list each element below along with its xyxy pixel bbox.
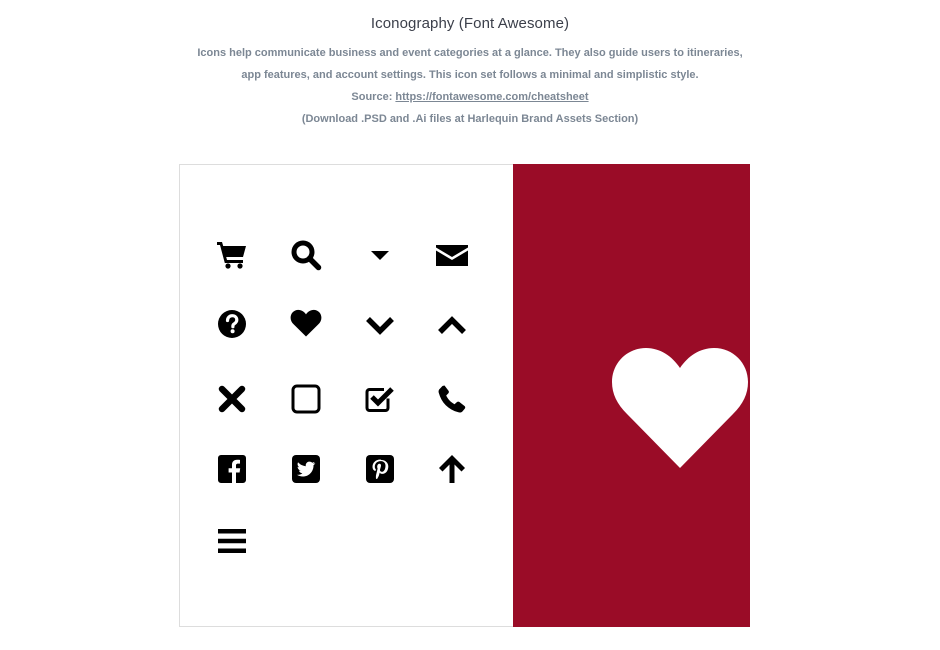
source-label: Source: [351, 91, 396, 103]
caret-down-icon [364, 239, 396, 271]
source-line: Source: https://fontawesome.com/cheatshe… [0, 91, 940, 103]
description-line-1: Icons help communicate business and even… [197, 47, 743, 59]
facebook-square-icon [216, 453, 248, 485]
chevron-down-icon [364, 308, 396, 340]
shopping-cart-icon [216, 239, 248, 271]
bars-icon [216, 525, 248, 557]
page-title: Iconography (Font Awesome) [370, 15, 570, 32]
source-link[interactable]: https://fontawesome.com/cheatsheet [395, 91, 588, 103]
question-circle-icon [216, 308, 248, 340]
description-line-2: app features, and account settings. This… [241, 69, 699, 81]
feature-panel [513, 164, 750, 627]
twitter-square-icon [290, 453, 322, 485]
search-icon [290, 239, 322, 271]
large-heart-icon [612, 348, 748, 468]
envelope-icon [436, 239, 468, 271]
phone-icon [436, 383, 468, 415]
square-outline-icon [290, 383, 322, 415]
chevron-up-icon [436, 308, 468, 340]
pinterest-square-icon [364, 453, 396, 485]
heart-icon [290, 308, 322, 340]
arrow-up-icon [436, 453, 468, 485]
download-note: (Download .PSD and .Ai files at Harlequi… [301, 113, 639, 125]
icon-showcase-panel [179, 164, 750, 627]
close-icon [216, 383, 248, 415]
check-square-icon [364, 383, 396, 415]
